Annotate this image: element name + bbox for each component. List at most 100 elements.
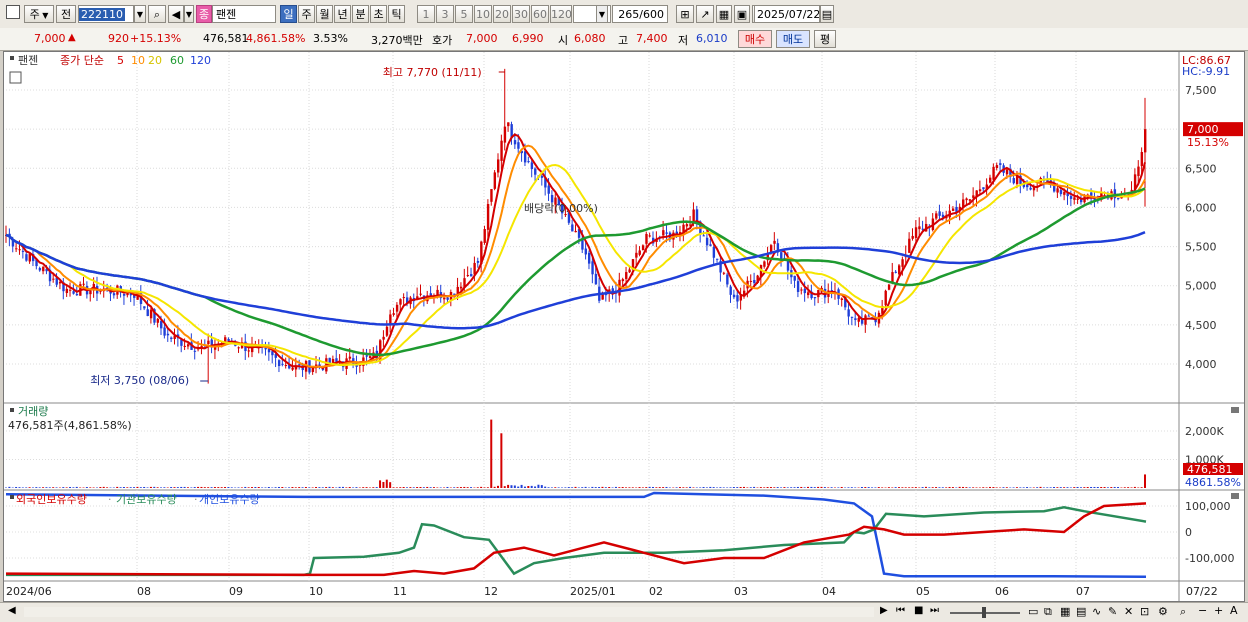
volume-bar (419, 487, 421, 488)
table-icon[interactable]: ▦ (1060, 605, 1070, 618)
volume-bar (1060, 487, 1062, 488)
x-axis-tick: 11 (393, 585, 407, 598)
volume-bar (615, 487, 617, 488)
scroll-left-icon[interactable]: ◀ (8, 605, 16, 616)
volume-bar (517, 487, 519, 488)
scroll-track[interactable] (24, 607, 874, 617)
volume-title: 거래량 (18, 405, 48, 418)
last-page-icon[interactable]: ⏭ (930, 605, 939, 616)
calendar-icon[interactable]: ▤ (820, 5, 834, 23)
trade-amount: 3,270백만 (371, 32, 423, 48)
x-axis-tick: 02 (649, 585, 663, 598)
stock-code-input[interactable]: 222110 (78, 5, 134, 23)
candle-body (753, 280, 755, 283)
period-button-3[interactable]: 년 (334, 5, 351, 23)
window-icon[interactable] (6, 5, 20, 19)
speaker-icon[interactable]: ◀ (168, 5, 184, 23)
interval-button-3[interactable]: 3 (436, 5, 454, 23)
interval-button-120[interactable]: 120 (550, 5, 572, 23)
candle-body (150, 310, 152, 319)
interval-button-30[interactable]: 30 (512, 5, 530, 23)
candle-body (460, 287, 462, 289)
scroll-right-icon[interactable]: ▶ (880, 605, 888, 616)
zoom-in-icon[interactable]: + (1214, 604, 1223, 617)
volume-bar (423, 487, 425, 488)
list-icon[interactable]: ▤ (1076, 605, 1086, 618)
date-input[interactable]: 2025/07/22 (754, 5, 820, 23)
period-button-0[interactable]: 일 (280, 5, 297, 23)
buy-button[interactable]: 매수 (738, 30, 772, 48)
grid-icon[interactable]: ▦ (716, 5, 732, 23)
volume-value: 476,581 (203, 32, 249, 45)
interval-button-1[interactable]: 1 (417, 5, 435, 23)
volume-bar (558, 487, 560, 488)
panel-close-icon[interactable] (1231, 493, 1239, 499)
zoom-out-icon[interactable]: − (1198, 604, 1207, 617)
zoom-slider-thumb[interactable] (982, 607, 986, 618)
bar-count-field[interactable]: 265/600 (612, 5, 668, 23)
volume-bar (312, 487, 314, 488)
window-copy-icon[interactable]: ⧉ (1044, 605, 1052, 619)
period-button-4[interactable]: 분 (352, 5, 369, 23)
candle-body (773, 241, 775, 244)
speaker-dropdown-button[interactable]: ▼ (184, 5, 194, 23)
settings-icon[interactable]: ⚙ (1158, 605, 1168, 618)
period-button-5[interactable]: 초 (370, 5, 387, 23)
candle-body (1056, 188, 1058, 192)
volume-bar (413, 487, 415, 488)
interval-button-5[interactable]: 5 (455, 5, 473, 23)
volume-bar (871, 487, 873, 488)
interval-button-60[interactable]: 60 (531, 5, 549, 23)
candle-body (470, 274, 472, 276)
stop-icon[interactable]: ■ (914, 605, 923, 616)
candle-body (29, 254, 31, 261)
price-chart-svg[interactable]: 7,5007,0006,5006,0005,5005,0004,5004,000… (4, 52, 1244, 601)
eval-button[interactable]: 평 (814, 30, 836, 48)
volume-bar (49, 487, 51, 488)
font-size-icon[interactable]: A (1230, 604, 1238, 617)
first-page-icon[interactable]: ⏮ (896, 605, 905, 616)
save-icon[interactable]: ▣ (734, 5, 750, 23)
quote-bar: 7,000 ▲ 920 +15.13% 476,581 4,861.58% 3.… (0, 28, 1248, 51)
period-button-6[interactable]: 틱 (388, 5, 405, 23)
volume-bar (982, 487, 984, 488)
sell-button[interactable]: 매도 (776, 30, 810, 48)
chart-tool-icon[interactable]: ∿ (1092, 605, 1101, 618)
bottom-scrollbar[interactable]: ◀ ▶ ⏮ ■ ⏭ ▭ ⧉ ▦ ▤ ∿ ✎ ✕ ⊡ ⚙ ⌕ − + A (0, 602, 1248, 622)
compare-chart-icon[interactable]: ⊞ (676, 5, 694, 23)
period-button-2[interactable]: 월 (316, 5, 333, 23)
code-dropdown-button[interactable]: ▼ (134, 5, 146, 23)
volume-bar (1090, 487, 1092, 488)
volume-bar (767, 487, 769, 488)
ma-legend-5: 5 (117, 54, 124, 67)
draw-icon[interactable]: ✎ (1108, 605, 1117, 618)
indicator-name: 종가 단순 (60, 54, 104, 67)
calculator-icon[interactable] (10, 72, 21, 83)
period-select[interactable]: 주 ▼ (24, 5, 54, 23)
panel-stock-name: 팬젠 (18, 54, 38, 67)
period-button-1[interactable]: 주 (298, 5, 315, 23)
candle-body (39, 268, 41, 270)
volume-bar (928, 487, 930, 488)
chart-area[interactable]: 7,5007,0006,5006,0005,5005,0004,5004,000… (3, 51, 1245, 602)
interval-dropdown-button[interactable]: ▼ (596, 5, 608, 23)
zoom-icon[interactable]: ⌕ (1180, 605, 1186, 619)
prev-button[interactable]: 전 (56, 5, 76, 23)
volume-bar (204, 487, 206, 488)
candle-body (733, 295, 735, 298)
interval-button-20[interactable]: 20 (493, 5, 511, 23)
interval-button-10[interactable]: 10 (474, 5, 492, 23)
volume-bar (278, 487, 280, 488)
candle-body (1141, 152, 1143, 166)
panel-close-icon[interactable] (1231, 407, 1239, 413)
cross-icon[interactable]: ✕ (1124, 605, 1133, 618)
layout-icon[interactable]: ▭ (1028, 605, 1038, 618)
volume-bar (1144, 474, 1146, 488)
search-icon[interactable]: ⌕ (148, 5, 166, 23)
copy-icon[interactable]: ⊡ (1140, 605, 1149, 618)
line-tool-icon[interactable]: ↗ (696, 5, 714, 23)
volume-bar (1063, 487, 1065, 488)
main-toolbar: 주 ▼ 전 222110 ▼ ⌕ ◀ ▼ 종 팬젠 일주월년분초틱 135102… (0, 0, 1248, 29)
x-axis-tick: 05 (916, 585, 930, 598)
candle-body (1070, 196, 1072, 199)
